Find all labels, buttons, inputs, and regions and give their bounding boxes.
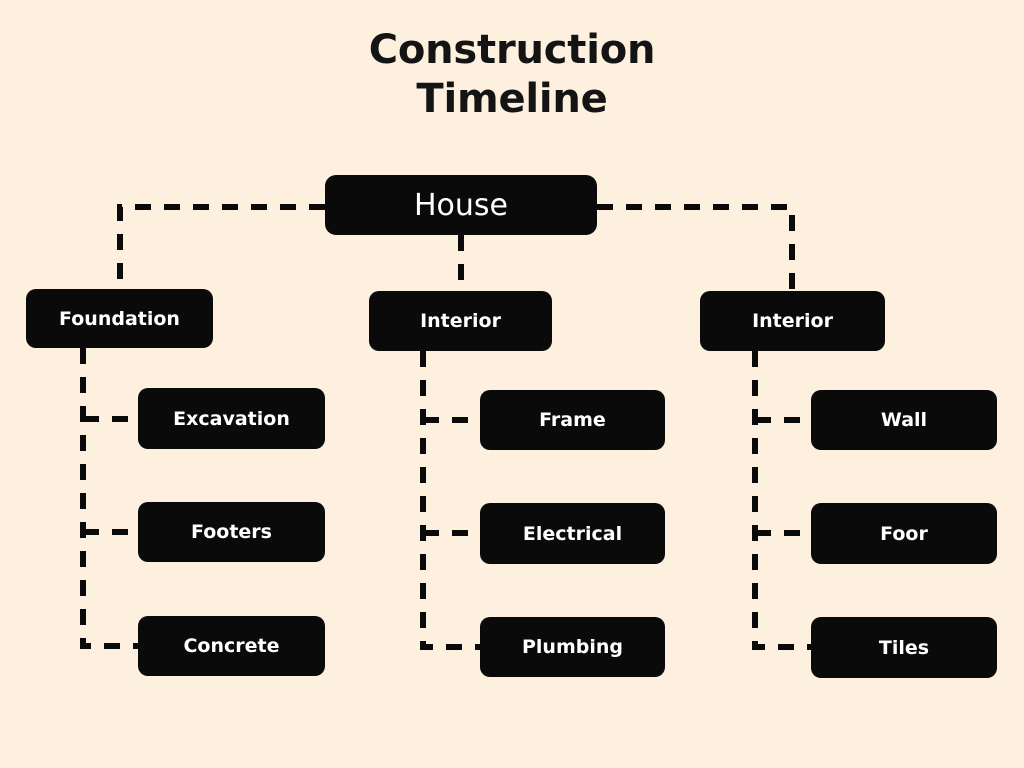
node-house-label: House [413,187,508,223]
node-frame-label: Frame [539,409,606,431]
node-foor-label: Foor [880,522,928,545]
node-interior-right-label: Interior [752,310,833,332]
node-footers[interactable]: Footers [138,502,325,562]
node-interior-left-label: Interior [420,310,501,332]
node-plumbing-label: Plumbing [521,636,623,658]
node-wall[interactable]: Wall [811,390,997,450]
node-excavation[interactable]: Excavation [138,388,325,449]
node-footers-label: Footers [191,521,272,543]
node-interior-right[interactable]: Interior [700,291,885,351]
node-foundation[interactable]: Foundation [26,289,213,348]
node-foundation-label: Foundation [59,307,180,330]
diagram-canvas: Construction Timeline House Foundation I… [0,0,1024,768]
node-tiles[interactable]: Tiles [811,617,997,678]
connector-interior-left-trunk [420,351,480,650]
node-interior-left[interactable]: Interior [369,291,552,351]
node-frame[interactable]: Frame [480,390,665,450]
node-wall-label: Wall [880,409,928,431]
connector-house-foundation [117,204,325,289]
node-foor[interactable]: Foor [811,503,997,564]
connector-interior-right-trunk [752,351,811,650]
node-tiles-label: Tiles [878,636,930,659]
connector-house-interior-right [597,204,795,291]
node-concrete-label: Concrete [183,635,280,657]
connector-foundation-trunk [80,348,138,649]
node-plumbing[interactable]: Plumbing [480,617,665,677]
node-electrical[interactable]: Electrical [480,503,665,564]
node-excavation-label: Excavation [173,407,290,430]
node-concrete[interactable]: Concrete [138,616,325,676]
node-electrical-label: Electrical [522,522,623,545]
node-house[interactable]: House [325,175,597,235]
